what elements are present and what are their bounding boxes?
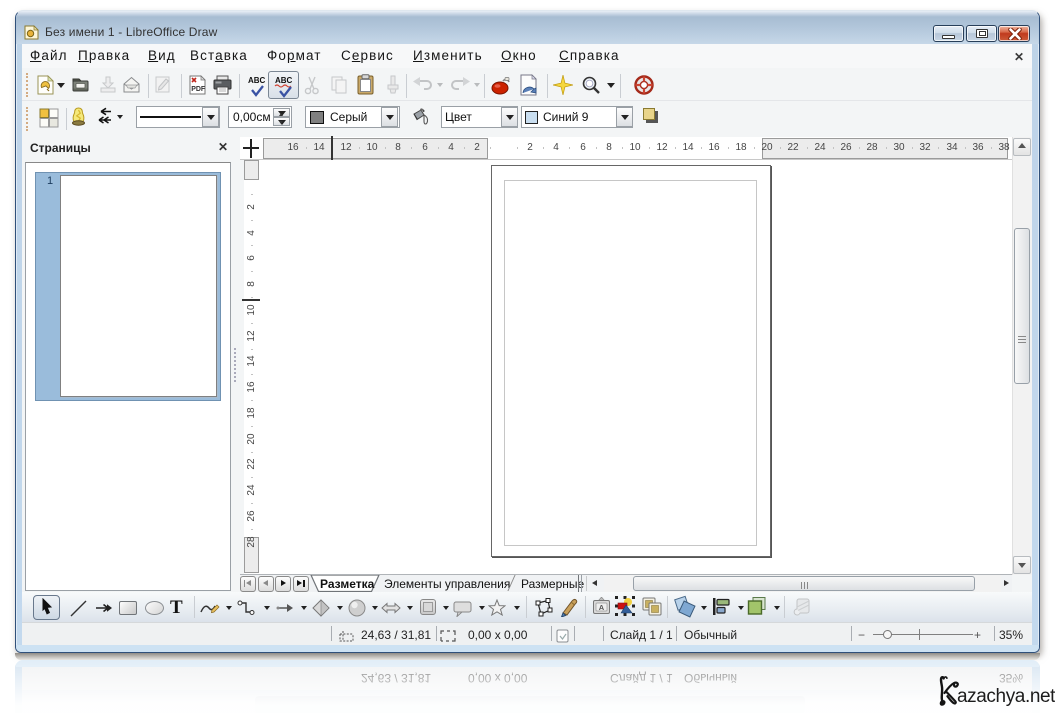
svg-text:PDF: PDF xyxy=(191,86,206,93)
svg-text:ABC: ABC xyxy=(275,76,293,85)
svg-text:A: A xyxy=(599,603,605,612)
svg-text:ABC: ABC xyxy=(248,76,266,85)
